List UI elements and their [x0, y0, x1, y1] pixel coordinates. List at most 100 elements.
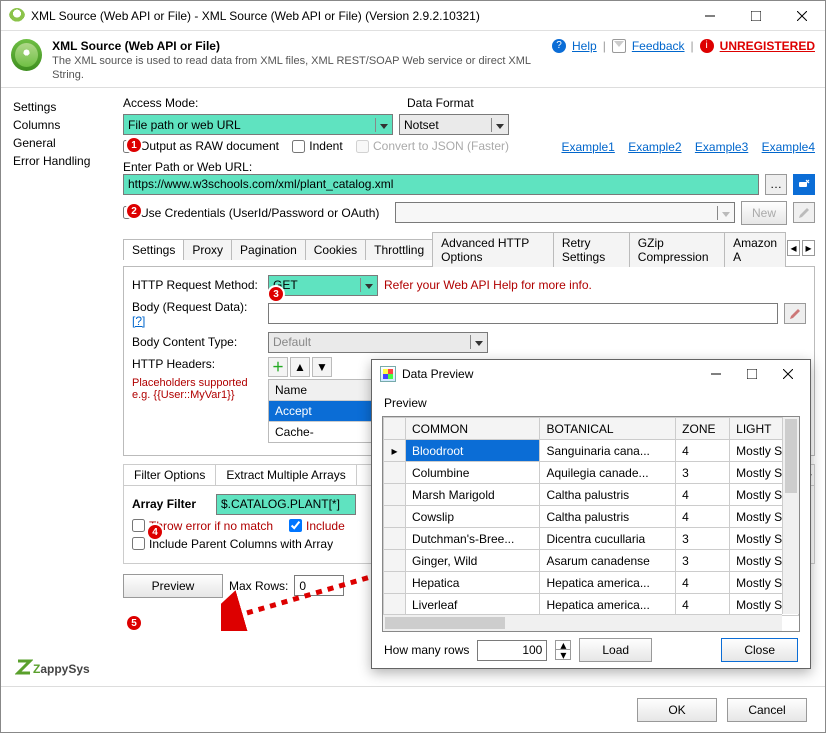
dialog-footer: OK Cancel — [1, 686, 825, 732]
headers-label: HTTP Headers: — [132, 357, 262, 371]
data-format-combo[interactable]: Notset — [399, 114, 509, 135]
zappysys-logo: ZappySys — [15, 658, 90, 678]
sidebar-item-columns[interactable]: Columns — [5, 116, 115, 134]
table-row: Marsh MarigoldCaltha palustris4Mostly S — [384, 484, 799, 506]
help-link[interactable]: Help — [572, 39, 597, 53]
preview-button[interactable]: Preview — [123, 574, 223, 598]
ok-button[interactable]: OK — [637, 698, 717, 722]
tab-cookies[interactable]: Cookies — [305, 239, 366, 260]
tab-extract-arrays[interactable]: Extract Multiple Arrays — [216, 465, 356, 485]
use-credentials-checkbox[interactable]: Use Credentials (UserId/Password or OAut… — [123, 206, 379, 220]
preview-titlebar: Data Preview — [372, 360, 810, 388]
body-help-link[interactable]: [?] — [132, 314, 145, 328]
browse-button[interactable]: … — [765, 174, 787, 195]
unregistered-link[interactable]: UNREGISTERED — [720, 39, 815, 53]
move-up-button[interactable]: ▲ — [290, 357, 310, 377]
sidebar-item-error-handling[interactable]: Error Handling — [5, 152, 115, 170]
chevron-down-icon — [491, 118, 504, 132]
preview-close-button[interactable] — [770, 359, 806, 389]
table-row: Dutchman's-Bree...Dicentra cucullaria3Mo… — [384, 528, 799, 550]
chevron-down-icon — [360, 278, 373, 292]
placeholders-hint: Placeholders supported e.g. {{User::MyVa… — [132, 377, 252, 401]
enter-path-label: Enter Path or Web URL: — [123, 160, 815, 174]
header: XML Source (Web API or File) The XML sou… — [1, 31, 825, 88]
tab-retry[interactable]: Retry Settings — [553, 232, 630, 267]
rows-spinner-down[interactable]: ▾ — [556, 650, 570, 659]
clear-url-button[interactable] — [793, 174, 815, 195]
sidebar-item-settings[interactable]: Settings — [5, 98, 115, 116]
step-badge-2: 2 — [125, 202, 143, 220]
preview-vscrollbar[interactable] — [782, 417, 799, 614]
tab-gzip[interactable]: GZip Compression — [629, 232, 725, 267]
indent-checkbox[interactable]: Indent — [292, 139, 342, 153]
convert-json-checkbox: Convert to JSON (Faster) — [356, 139, 509, 153]
sidebar-item-general[interactable]: General — [5, 134, 115, 152]
body-input[interactable] — [268, 303, 778, 324]
data-format-label: Data Format — [407, 96, 527, 110]
component-icon — [11, 39, 42, 71]
sidebar: Settings Columns General Error Handling — [1, 88, 119, 685]
mail-icon — [612, 39, 626, 53]
chevron-down-icon — [375, 118, 388, 132]
max-rows-label: Max Rows: — [229, 579, 288, 593]
data-preview-window: Data Preview Preview COMMON BOTANICAL ZO… — [371, 359, 811, 669]
include-parent-inline-checkbox[interactable]: Include — [289, 519, 345, 533]
step-badge-4: 4 — [146, 523, 164, 541]
request-method-hint: Refer your Web API Help for more info. — [384, 278, 592, 292]
array-filter-combo[interactable]: $.CATALOG.PLANT[*] — [216, 494, 356, 515]
new-credential-button: New — [741, 201, 787, 225]
table-row: CowslipCaltha palustris4Mostly S — [384, 506, 799, 528]
tabs-scroll-right[interactable]: ▸ — [802, 240, 815, 256]
how-many-rows-input[interactable] — [477, 640, 547, 661]
output-raw-checkbox[interactable]: Output as RAW document — [123, 139, 279, 153]
preview-maximize-button[interactable] — [734, 359, 770, 389]
tab-settings[interactable]: Settings — [123, 239, 184, 260]
window-title: XML Source (Web API or File) - XML Sourc… — [31, 9, 687, 23]
example3-link[interactable]: Example3 — [695, 140, 748, 154]
edit-credential-button — [793, 202, 815, 223]
max-rows-input[interactable] — [294, 575, 344, 596]
tab-pagination[interactable]: Pagination — [231, 239, 306, 260]
example2-link[interactable]: Example2 — [628, 140, 681, 154]
minimize-button[interactable] — [687, 1, 733, 31]
table-row: LiverleafHepatica america...4Mostly S — [384, 594, 799, 616]
how-many-rows-label: How many rows — [384, 643, 469, 657]
table-row: HepaticaHepatica america...4Mostly S — [384, 572, 799, 594]
body-edit-button[interactable] — [784, 303, 806, 324]
access-mode-label: Access Mode: — [123, 96, 401, 110]
example4-link[interactable]: Example4 — [762, 140, 815, 154]
feedback-link[interactable]: Feedback — [632, 39, 685, 53]
preview-subtitle: Preview — [384, 396, 800, 410]
add-header-button[interactable]: ＋ — [268, 357, 288, 377]
preview-minimize-button[interactable] — [698, 359, 734, 389]
move-down-button[interactable]: ▼ — [312, 357, 332, 377]
url-input[interactable] — [123, 174, 759, 195]
content-type-combo[interactable]: Default — [268, 332, 488, 353]
header-subtitle: The XML source is used to read data from… — [52, 55, 530, 81]
header-title: XML Source (Web API or File) — [52, 39, 220, 53]
preview-grid[interactable]: COMMON BOTANICAL ZONE LIGHT ▸BloodrootSa… — [382, 416, 800, 632]
table-row: ▸BloodrootSanguinaria cana...4Mostly S — [384, 440, 799, 462]
preview-hscrollbar[interactable] — [383, 614, 782, 631]
cancel-button[interactable]: Cancel — [727, 698, 807, 722]
array-filter-label: Array Filter — [132, 497, 210, 511]
step-badge-5: 5 — [125, 614, 143, 632]
maximize-button[interactable] — [733, 1, 779, 31]
tab-amazon[interactable]: Amazon A — [724, 232, 786, 267]
load-button[interactable]: Load — [579, 638, 652, 662]
help-icon: ? — [552, 39, 566, 53]
preview-title: Data Preview — [402, 367, 698, 381]
http-tabstrip: Settings Proxy Pagination Cookies Thrott… — [123, 231, 815, 267]
close-button[interactable] — [779, 1, 825, 31]
tabs-scroll-left[interactable]: ◂ — [787, 240, 800, 256]
access-mode-combo[interactable]: File path or web URL — [123, 114, 393, 135]
tab-throttling[interactable]: Throttling — [365, 239, 433, 260]
step-badge-1: 1 — [125, 136, 143, 154]
tab-advanced[interactable]: Advanced HTTP Options — [432, 232, 554, 267]
tab-proxy[interactable]: Proxy — [183, 239, 232, 260]
include-parent-columns-checkbox[interactable]: Include Parent Columns with Array — [132, 537, 333, 551]
example1-link[interactable]: Example1 — [561, 140, 614, 154]
chevron-down-icon — [717, 206, 730, 220]
tab-filter-options[interactable]: Filter Options — [124, 465, 216, 485]
preview-close-footer-button[interactable]: Close — [721, 638, 798, 662]
